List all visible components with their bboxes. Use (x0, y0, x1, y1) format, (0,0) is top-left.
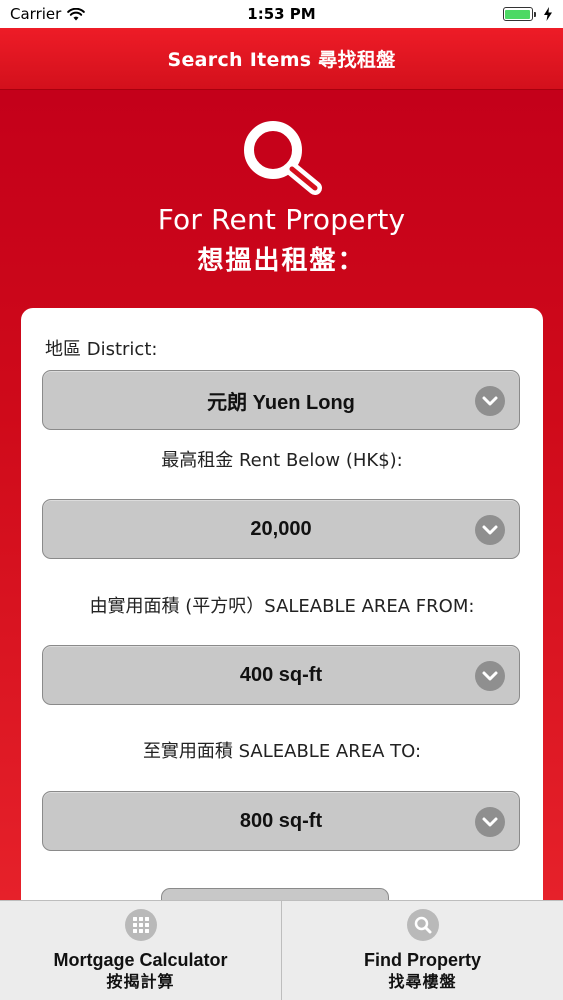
tab-label-zh: 按揭計算 (106, 972, 175, 991)
chevron-down-icon (475, 661, 505, 691)
hero-title-zh: 想搵出租盤： (197, 246, 366, 276)
battery-icon (502, 7, 536, 21)
search-icon (244, 121, 322, 195)
district-select[interactable]: 元朗 Yuen Long (42, 370, 520, 430)
tab-find-property[interactable]: Find Property 找尋樓盤 (281, 901, 563, 1000)
rent-label: 最高租金 Rent Below (HK$): (161, 450, 403, 471)
rent-select[interactable]: 20,000 (42, 499, 520, 559)
area-from-value: 400 sq-ft (239, 663, 323, 686)
search-form-card: 地區 District: 元朗 Yuen Long 最高租金 Rent Belo… (21, 308, 543, 948)
wifi-icon (67, 7, 86, 20)
chevron-down-icon (475, 515, 505, 545)
navigation-bar: Search Items 尋找租盤 (0, 28, 563, 90)
tab-label-en: Find Property (363, 950, 481, 970)
tab-bar: Mortgage Calculator 按揭計算 Find Property 找… (0, 900, 563, 1000)
tab-mortgage-calculator[interactable]: Mortgage Calculator 按揭計算 (0, 901, 281, 1000)
carrier-label: Carrier (10, 5, 62, 23)
area-to-label: 至實用面積 SALEABLE AREA TO: (142, 741, 422, 762)
calculator-icon (124, 909, 157, 941)
hero-title-en: For Rent Property (157, 203, 406, 236)
area-to-select[interactable]: 800 sq-ft (42, 791, 520, 851)
rent-value: 20,000 (250, 517, 312, 540)
tab-label-zh: 找尋樓盤 (388, 972, 457, 991)
area-from-select[interactable]: 400 sq-ft (42, 645, 520, 705)
chevron-down-icon (475, 807, 505, 837)
district-value: 元朗 Yuen Long (207, 391, 355, 414)
page-title: Search Items 尋找租盤 (167, 49, 396, 71)
charging-bolt-icon (543, 7, 552, 21)
status-bar: Carrier 1:53 PM (0, 0, 563, 28)
area-to-value: 800 sq-ft (239, 809, 323, 832)
search-icon (406, 909, 439, 941)
area-from-label: 由實用面積 (平方呎）SALEABLE AREA FROM: (89, 596, 475, 617)
clock: 1:53 PM (247, 5, 316, 23)
district-label: 地區 District: (45, 339, 158, 360)
tab-label-en: Mortgage Calculator (53, 950, 228, 970)
chevron-down-icon (475, 386, 505, 416)
